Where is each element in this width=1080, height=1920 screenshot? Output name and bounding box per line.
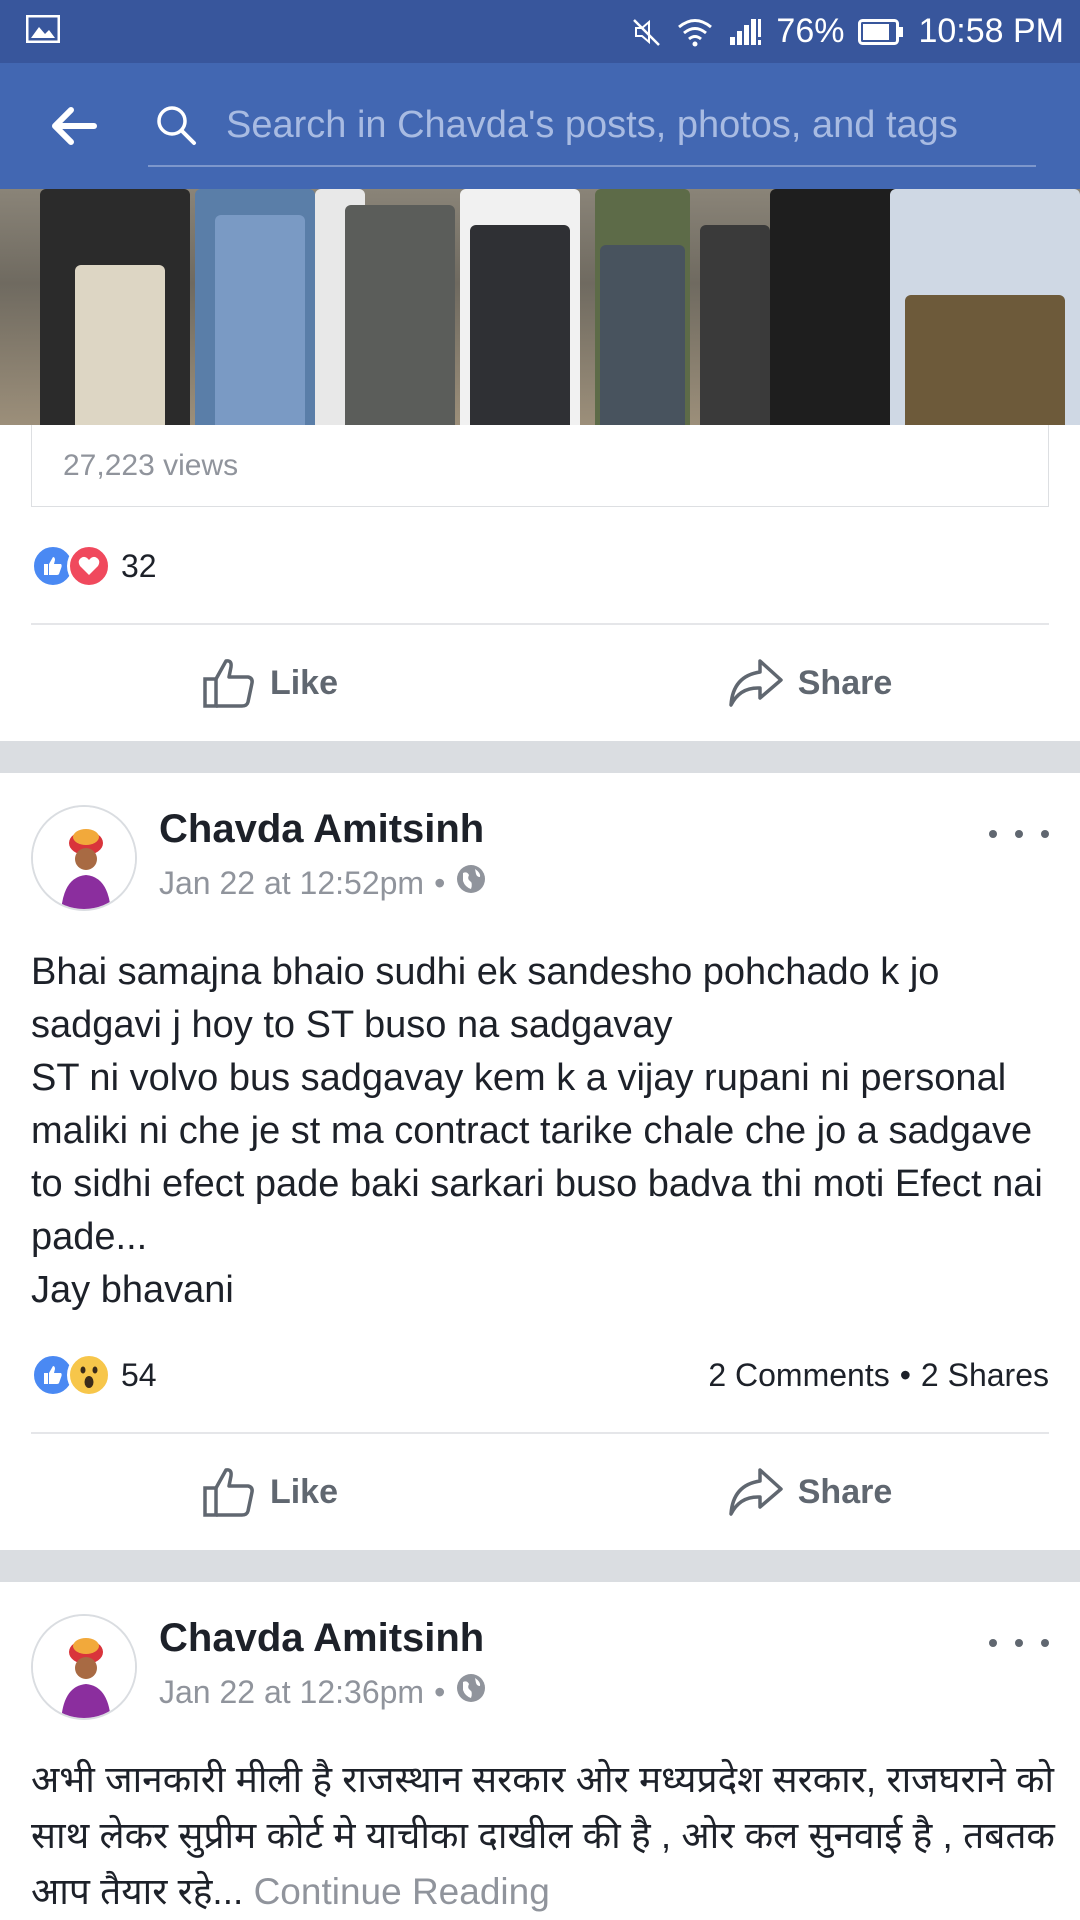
gallery-notification-icon <box>25 14 61 48</box>
divider <box>31 623 1049 625</box>
thumbs-up-icon <box>203 1468 254 1517</box>
feed-separator <box>0 1550 1080 1582</box>
post-actions: Like Share <box>0 628 1080 738</box>
views-count: 27,223 views <box>63 448 239 482</box>
author-name[interactable]: Chavda Amitsinh <box>159 1616 484 1661</box>
author-name[interactable]: Chavda Amitsinh <box>159 807 484 852</box>
mute-icon <box>632 17 662 47</box>
reaction-summary[interactable]: 54 <box>31 1350 157 1400</box>
post-meta: Jan 22 at 12:52pm • <box>159 863 487 903</box>
post-meta: Jan 22 at 12:36pm • <box>159 1672 487 1712</box>
post-photo[interactable] <box>0 189 1080 425</box>
post-body-line: ST ni volvo bus sadgavay kem k a vijay r… <box>31 1057 1043 1258</box>
share-label: Share <box>797 1472 893 1511</box>
love-reaction-icon <box>67 544 111 588</box>
dot-separator: • <box>434 864 446 901</box>
wow-reaction-icon <box>67 1353 111 1397</box>
reaction-count: 32 <box>121 547 157 584</box>
reaction-count: 54 <box>121 1356 157 1393</box>
clock: 10:58 PM <box>918 12 1064 50</box>
dot-separator: • <box>899 1356 911 1393</box>
status-bar: 76% 10:58 PM <box>0 0 1080 63</box>
status-indicators: 76% 10:58 PM <box>632 12 1064 51</box>
back-button[interactable] <box>0 63 148 189</box>
share-button[interactable]: Share <box>540 628 1080 738</box>
search-header <box>0 63 1080 189</box>
continue-reading-link[interactable]: Continue Reading <box>254 1871 550 1912</box>
globe-icon <box>455 863 487 903</box>
thumbs-up-icon <box>203 659 254 708</box>
post-header: Chavda Amitsinh Jan 22 at 12:52pm • <box>31 805 1049 915</box>
globe-icon <box>455 1672 487 1712</box>
battery-icon <box>858 18 904 45</box>
post-header: Chavda Amitsinh Jan 22 at 12:36pm • <box>31 1614 1049 1724</box>
post-body-line: Bhai samajna bhaio sudhi ek sandesho poh… <box>31 951 940 1046</box>
comments-count[interactable]: 2 Comments <box>708 1357 889 1394</box>
wifi-icon <box>676 17 714 47</box>
like-label: Like <box>269 1472 339 1511</box>
search-icon <box>148 103 226 147</box>
like-label: Like <box>269 663 339 702</box>
timestamp[interactable]: Jan 22 at 12:36pm <box>159 1674 424 1711</box>
avatar[interactable] <box>31 1614 137 1720</box>
like-button[interactable]: Like <box>0 1437 540 1547</box>
post-actions: Like Share <box>0 1437 1080 1547</box>
back-arrow-icon <box>52 107 97 145</box>
avatar[interactable] <box>31 805 137 911</box>
reaction-summary[interactable]: 32 <box>31 541 157 591</box>
shares-count[interactable]: 2 Shares <box>921 1357 1049 1394</box>
signal-icon <box>728 17 762 47</box>
feed-separator <box>0 741 1080 773</box>
engagement-stats[interactable]: 2 Comments • 2 Shares <box>708 1350 1049 1400</box>
search-input[interactable] <box>226 103 1026 147</box>
dot-separator: • <box>434 1673 446 1710</box>
battery-percent: 76% <box>776 12 845 50</box>
divider <box>31 1432 1049 1434</box>
more-options-button[interactable] <box>989 819 1049 849</box>
video-views: 27,223 views <box>31 425 1049 507</box>
like-button[interactable]: Like <box>0 628 540 738</box>
share-arrow-icon <box>729 1468 783 1516</box>
post-body: अभी जानकारी मीली है राजस्थान सरकार ओर मध… <box>31 1752 1061 1920</box>
more-options-button[interactable] <box>989 1628 1049 1658</box>
share-label: Share <box>797 663 893 702</box>
share-arrow-icon <box>729 659 783 707</box>
share-button[interactable]: Share <box>540 1437 1080 1547</box>
post-body: Bhai samajna bhaio sudhi ek sandesho poh… <box>31 946 1061 1317</box>
post-body-line: Jay bhavani <box>31 1269 234 1311</box>
search-field[interactable] <box>148 85 1036 167</box>
timestamp[interactable]: Jan 22 at 12:52pm <box>159 865 424 902</box>
